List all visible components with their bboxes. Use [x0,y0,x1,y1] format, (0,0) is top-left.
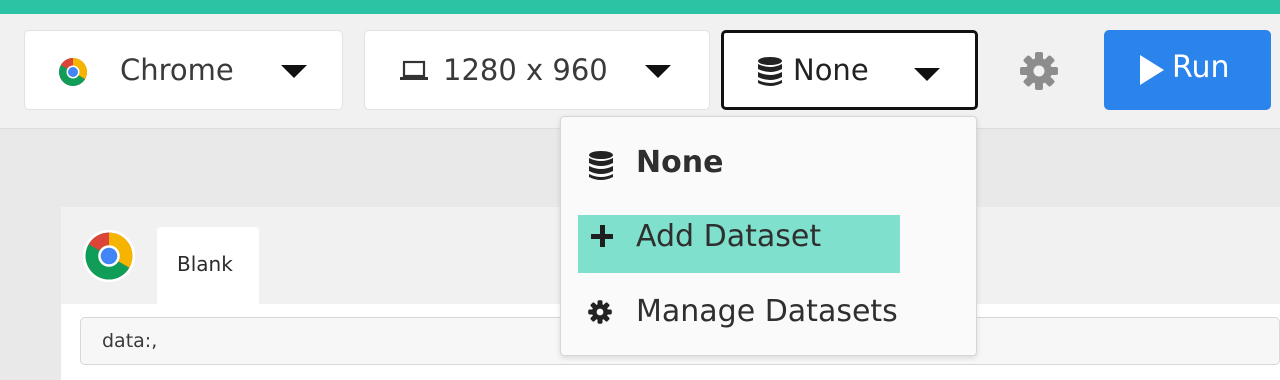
tab-title: Blank [177,252,233,276]
run-label: Run [1172,50,1230,85]
menu-item-label: None [636,145,724,180]
run-button[interactable]: Run [1104,30,1271,110]
top-accent-bar [0,0,1280,14]
gear-icon[interactable] [1018,50,1060,92]
tab-blank[interactable]: Blank [157,227,259,304]
chevron-down-icon [645,65,671,78]
chrome-icon [82,229,136,283]
database-icon [758,57,782,86]
dataset-menu: None Add Dataset Manage Datasets [560,116,977,356]
chevron-down-icon [914,68,940,81]
play-icon [1140,55,1164,85]
chrome-icon [59,58,87,86]
chevron-down-icon [281,65,307,78]
gear-icon [588,300,612,324]
menu-item-add-dataset[interactable]: Add Dataset [578,215,900,273]
menu-item-label: Add Dataset [636,219,822,254]
address-text: data:, [102,330,158,352]
browser-label: Chrome [120,53,234,87]
resolution-select[interactable]: 1280 x 960 [364,30,710,110]
browser-select[interactable]: Chrome [24,30,343,110]
resolution-label: 1280 x 960 [443,53,608,87]
dataset-select[interactable]: None [721,30,978,110]
plus-icon [591,225,613,247]
menu-item-label: Manage Datasets [636,294,898,329]
database-icon [589,151,613,180]
laptop-icon [400,60,428,80]
dataset-label: None [793,53,869,87]
